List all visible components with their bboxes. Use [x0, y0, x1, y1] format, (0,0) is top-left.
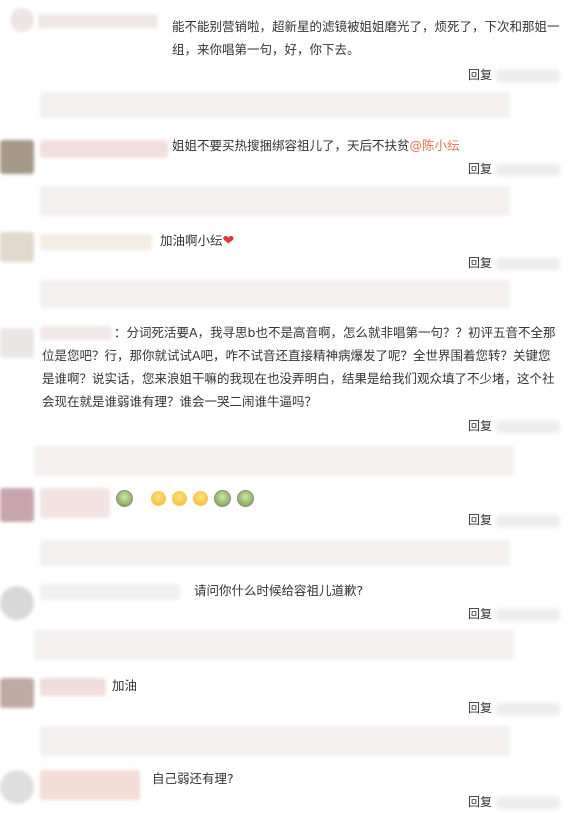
username-redacted — [38, 14, 158, 28]
reply-button[interactable]: 回复 — [468, 699, 492, 716]
redacted-meta — [496, 421, 560, 433]
username-redacted — [40, 140, 168, 158]
reply-button[interactable]: 回复 — [468, 511, 492, 528]
comment-text: 加油啊小纭❤ — [160, 229, 460, 253]
bowl-icon — [214, 490, 232, 507]
sub-reply-redacted — [40, 92, 510, 118]
laugh-icon — [193, 491, 209, 506]
sub-reply-redacted — [40, 186, 510, 216]
sub-reply-redacted — [34, 446, 514, 476]
comment-body: 姐姐不要买热搜捆绑容祖儿了，天后不扶贫 — [172, 138, 410, 153]
comment-text: 自己弱还有理? — [152, 771, 234, 786]
reply-button[interactable]: 回复 — [468, 66, 492, 83]
avatar — [0, 232, 34, 262]
comment-body: 加油啊小纭 — [160, 233, 223, 248]
comment-text: 姐姐不要买热搜捆绑容祖儿了，天后不扶贫@陈小纭 — [172, 134, 560, 157]
reply-button[interactable]: 回复 — [468, 160, 492, 177]
redacted-meta — [496, 797, 560, 809]
avatar — [0, 140, 34, 174]
redacted-meta — [496, 70, 560, 82]
redacted-meta — [496, 703, 560, 715]
reply-button[interactable]: 回复 — [468, 254, 492, 271]
sub-reply-redacted — [34, 630, 514, 660]
avatar — [0, 328, 34, 358]
avatar — [0, 586, 34, 620]
comment-text: 能不能别营销啦，超新星的滤镜被姐姐磨光了，烦死了，下次和那姐一组，来你唱第一句，… — [172, 19, 560, 57]
redacted-meta — [496, 164, 560, 176]
redacted-meta — [496, 258, 560, 270]
laugh-icon — [172, 491, 188, 506]
laugh-icon — [151, 491, 167, 506]
avatar — [0, 770, 34, 804]
username-redacted — [40, 678, 106, 696]
bowl-icon — [116, 490, 133, 507]
sub-reply-redacted — [40, 726, 510, 756]
sub-reply-redacted — [40, 280, 510, 308]
redacted-meta — [496, 515, 560, 527]
redacted-meta — [496, 609, 560, 621]
reply-button[interactable]: 回复 — [468, 417, 492, 434]
username-redacted — [40, 488, 110, 518]
emoji-row — [116, 488, 255, 507]
username-redacted — [40, 584, 180, 600]
username-redacted — [40, 770, 140, 800]
mention-link[interactable]: @陈小纭 — [410, 138, 460, 153]
heart-icon: ❤ — [222, 233, 235, 249]
comment-text: ：分词死活要A，我寻思b也不是高音啊，怎么就非唱第一句？？初评五音不全那位是您吧… — [42, 325, 556, 409]
bowl-icon — [237, 490, 255, 507]
reply-button[interactable]: 回复 — [468, 793, 492, 810]
username-redacted — [40, 234, 152, 250]
avatar — [0, 678, 34, 708]
comment-text: 请问你什么时候给容祖儿道歉? — [194, 583, 364, 598]
avatar — [0, 488, 34, 522]
comment-text: 加油 — [112, 678, 138, 693]
reply-button[interactable]: 回复 — [468, 605, 492, 622]
sub-reply-redacted — [40, 540, 510, 566]
avatar — [10, 8, 34, 32]
